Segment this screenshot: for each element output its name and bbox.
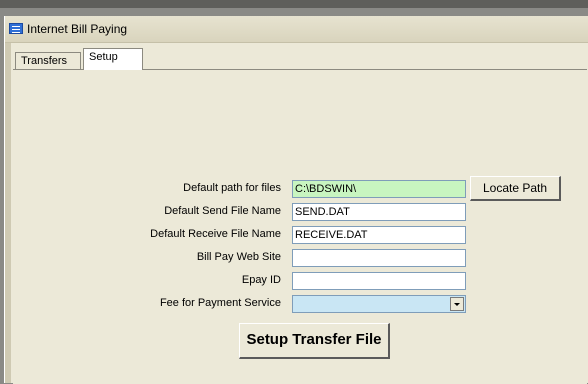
fee-label: Fee for Payment Service	[159, 297, 281, 309]
setup-panel: Default path for files C:\BDSWIN\ Locate…	[13, 69, 587, 384]
form-window-icon	[9, 23, 23, 34]
receive-file-label: Default Receive File Name	[150, 228, 281, 240]
default-path-field[interactable]: C:\BDSWIN\	[292, 180, 466, 198]
setup-transfer-file-button[interactable]: Setup Transfer File	[239, 323, 390, 359]
chevron-down-icon[interactable]	[450, 297, 464, 311]
epay-id-field[interactable]	[292, 272, 466, 290]
window-title: Internet Bill Paying	[27, 22, 128, 36]
send-file-label: Default Send File Name	[164, 205, 281, 217]
web-site-field[interactable]	[292, 249, 466, 267]
app-window: Internet Bill Paying Transfers Setup Def…	[4, 16, 588, 384]
receive-file-field[interactable]: RECEIVE.DAT	[292, 226, 466, 244]
web-site-label: Bill Pay Web Site	[196, 251, 281, 263]
default-path-label: Default path for files	[183, 182, 281, 194]
tab-setup[interactable]: Setup	[83, 48, 143, 70]
title-bar[interactable]: Internet Bill Paying	[5, 16, 588, 43]
locate-path-button[interactable]: Locate Path	[470, 176, 561, 201]
fee-dropdown[interactable]	[292, 295, 466, 313]
background-strip	[0, 0, 588, 8]
window-left-edge	[5, 43, 11, 383]
send-file-field[interactable]: SEND.DAT	[292, 203, 466, 221]
epay-id-label: Epay ID	[241, 274, 281, 286]
tab-transfers[interactable]: Transfers	[15, 52, 81, 69]
